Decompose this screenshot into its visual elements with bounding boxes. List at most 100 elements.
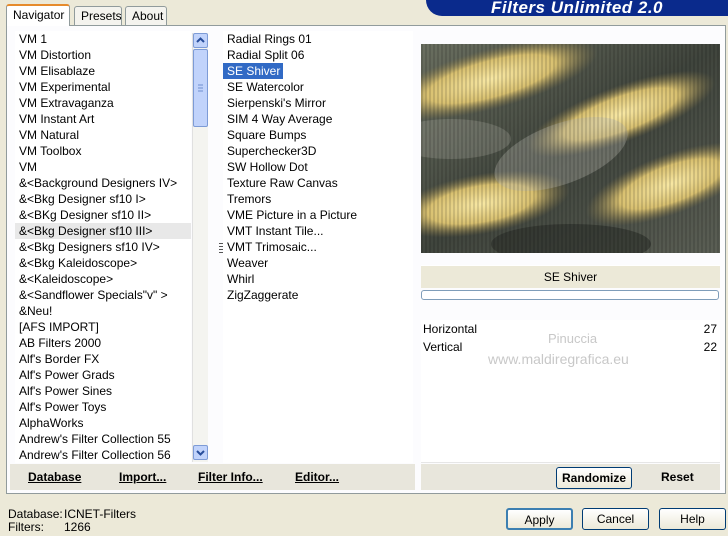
filter-item[interactable]: VMT Instant Tile... [223,223,413,239]
category-item[interactable]: &<Bkg Designer sf10 I> [15,191,191,207]
preview-image [421,44,720,253]
category-item[interactable]: &<Sandflower Specials"v" > [15,287,191,303]
chevron-down-icon [196,450,205,456]
category-item[interactable]: &<Bkg Designers sf10 IV> [15,239,191,255]
database-value: ICNET-Filters [64,507,136,521]
category-item[interactable]: Andrew's Filter Collection 55 [15,431,191,447]
category-item[interactable]: AlphaWorks [15,415,191,431]
filter-item-label: VMT Instant Tile... [227,224,324,238]
filter-item-label: Radial Rings 01 [227,32,312,46]
filter-item-label: SE Shiver [223,63,284,79]
filter-item[interactable]: Sierpenski's Mirror [223,95,413,111]
category-item[interactable]: VM [15,159,191,175]
tab-about[interactable]: About [125,6,167,25]
filter-item-label: Square Bumps [227,128,307,142]
tab-navigator[interactable]: Navigator [6,4,70,26]
watermark-url: www.maldiregrafica.eu [488,351,629,367]
filter-item[interactable]: Whirl [223,271,413,287]
selected-filter-title: SE Shiver [421,265,720,288]
category-item[interactable]: VM Extravaganza [15,95,191,111]
filter-item[interactable]: Weaver [223,255,413,271]
filter-item[interactable]: Texture Raw Canvas [223,175,413,191]
filter-item[interactable]: Superchecker3D [223,143,413,159]
filter-item[interactable]: SIM 4 Way Average [223,111,413,127]
filter-item[interactable]: SW Hollow Dot [223,159,413,175]
reset-button[interactable]: Reset [661,470,694,484]
param-value: 27 [703,322,717,336]
filter-info-button[interactable]: Filter Info... [198,470,263,484]
filter-item-label: ZigZaggerate [227,288,299,302]
category-item[interactable]: Alf's Border FX [15,351,191,367]
import-button[interactable]: Import... [119,470,166,484]
category-item[interactable]: &Neu! [15,303,191,319]
grip-icon [198,84,203,92]
tab-presets[interactable]: Presets [74,6,122,25]
category-item[interactable]: [AFS IMPORT] [15,319,191,335]
category-item[interactable]: &<Bkg Kaleidoscope> [15,255,191,271]
filter-item[interactable]: Square Bumps [223,127,413,143]
category-item[interactable]: Alf's Power Sines [15,383,191,399]
category-scrollbar[interactable] [192,33,208,462]
param-row-empty [421,392,720,411]
filter-item-label: Tremors [227,192,272,206]
chevron-up-icon [196,37,205,43]
filter-item[interactable]: VME Picture in a Picture [223,207,413,223]
randomize-button[interactable]: Randomize [556,467,632,489]
filter-item-label: SIM 4 Way Average [227,112,333,126]
category-item[interactable]: AB Filters 2000 [15,335,191,351]
scroll-up-button[interactable] [193,33,208,48]
filter-item-label: Radial Split 06 [227,48,305,62]
param-row-empty [421,410,720,429]
list-marker-icon [219,243,223,253]
filter-item-label: SW Hollow Dot [227,160,308,174]
filters-count: 1266 [64,520,91,534]
filter-item-label: Weaver [227,256,269,270]
scroll-down-button[interactable] [193,445,208,460]
category-item[interactable]: VM Instant Art [15,111,191,127]
editor-button[interactable]: Editor... [295,470,339,484]
filter-item[interactable]: Radial Split 06 [223,47,413,63]
category-item[interactable]: &<Background Designers IV> [15,175,191,191]
filter-item[interactable]: Tremors [223,191,413,207]
param-label: Horizontal [423,322,478,336]
category-item[interactable]: &<Bkg Designer sf10 III> [15,223,191,239]
filter-item-label: VMT Trimosaic... [227,240,317,254]
category-item[interactable]: VM Natural [15,127,191,143]
category-item[interactable]: VM Experimental [15,79,191,95]
category-list[interactable]: VM 1 VM Distortion VM Elisablaze VM Experim… [15,31,191,463]
category-item[interactable]: &<Kaleidoscope> [15,271,191,287]
cancel-button[interactable]: Cancel [582,508,649,530]
category-item[interactable]: VM Toolbox [15,143,191,159]
param-label: Vertical [423,340,463,354]
category-item[interactable]: Andrew's Filter Collection 56 [15,447,191,463]
filter-item-label: Sierpenski's Mirror [227,96,326,110]
param-row-empty [421,374,720,393]
filter-item[interactable]: SE Watercolor [223,79,413,95]
filter-item[interactable]: Radial Rings 01 [223,31,413,47]
param-row-empty [421,446,720,463]
progress-bar [421,290,719,300]
database-button[interactable]: Database [28,470,81,484]
category-item[interactable]: VM Distortion [15,47,191,63]
category-item[interactable]: Alf's Power Toys [15,399,191,415]
filter-item[interactable]: ZigZaggerate [223,287,413,303]
filter-item-label: Texture Raw Canvas [227,176,338,190]
filter-item[interactable]: VMT Trimosaic... [223,239,413,255]
category-item[interactable]: &<BKg Designer sf10 II> [15,207,191,223]
help-button[interactable]: Help [659,508,726,530]
filter-item-label: Whirl [227,272,255,286]
category-item[interactable]: VM Elisablaze [15,63,191,79]
category-item[interactable]: Alf's Power Grads [15,367,191,383]
param-row-empty [421,428,720,447]
filter-list[interactable]: Radial Rings 01 Radial Split 06 SE Shiver S… [223,31,413,463]
filter-item[interactable]: SE Shiver [223,63,413,79]
scroll-thumb[interactable] [193,49,208,127]
filter-item-label: VME Picture in a Picture [227,208,358,222]
apply-button[interactable]: Apply [506,508,573,530]
filter-item-label: Superchecker3D [227,144,317,158]
category-item[interactable]: VM 1 [15,31,191,47]
watermark-name: Pinuccia [548,331,598,346]
param-value: 22 [703,340,717,354]
filters-label: Filters: [8,520,44,534]
filter-item-label: SE Watercolor [227,80,304,94]
